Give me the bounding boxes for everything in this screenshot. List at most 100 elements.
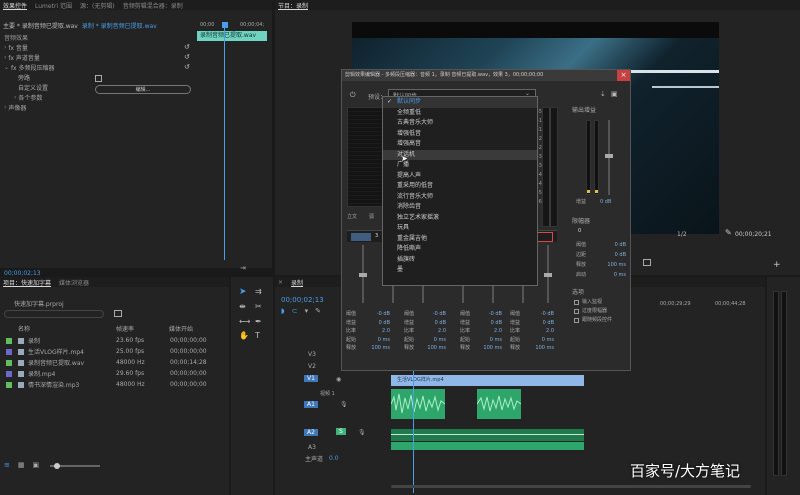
gain-value[interactable]: 0 dB [600, 199, 611, 205]
param-value[interactable]: 0 dB [420, 319, 446, 328]
limiter-param-value[interactable]: 100 ms [607, 260, 626, 270]
tab-media-browser[interactable]: 媒体浏览器 [59, 278, 89, 287]
track-a1-label[interactable]: A1 [304, 401, 318, 408]
edit-button[interactable]: 编辑... [95, 85, 191, 94]
master-track[interactable]: 主声道 0.0 [305, 454, 339, 463]
reset-icon[interactable]: ↺ [184, 52, 194, 62]
tab-source[interactable]: 源：(无剪辑) [80, 1, 115, 10]
param-panner[interactable]: › 声像器 [4, 102, 194, 112]
param-value[interactable]: -0 dB [476, 310, 502, 319]
tab-program[interactable]: 节目：录制 [278, 1, 308, 10]
add-marker-icon[interactable]: ▾ [305, 307, 309, 315]
slip-tool-icon[interactable]: ⟷ [239, 317, 250, 326]
preset-option[interactable]: 增强高音 [383, 139, 537, 150]
tab-project[interactable]: 项目：快速加字幕 [3, 278, 51, 287]
list-item[interactable]: 录制音频已提取.wav 48000 Hz 00;00;14;28 [6, 357, 226, 368]
audio-clip-a2[interactable] [391, 429, 584, 441]
checkbox[interactable] [574, 318, 579, 323]
export-frame-icon[interactable] [643, 259, 651, 266]
param-value[interactable]: 0 ms [476, 336, 502, 345]
timeline-close-icon[interactable]: × [278, 279, 283, 286]
track-select-tool-icon[interactable]: ⇉ [255, 287, 262, 296]
pen-tool-icon[interactable]: ✒ [255, 317, 262, 326]
option-link-band[interactable]: 跟随频段控件 [574, 316, 630, 325]
video-clip[interactable]: 生活VLOG样片.mp4 [391, 375, 584, 386]
track-header-v1[interactable]: V1 ◉ [300, 374, 388, 388]
preset-option[interactable]: 消除齿音 [383, 202, 537, 213]
ripple-edit-tool-icon[interactable]: ⇼ [239, 302, 246, 311]
param-multiband-compressor[interactable]: ⌄ fx 多频段压缩器 [4, 62, 194, 72]
param-value[interactable]: 0 ms [528, 336, 554, 345]
list-item[interactable]: 情书深情渲染.mp3 48000 Hz 00;00;00;00 [6, 379, 226, 390]
col-start[interactable]: 媒体开始 [169, 324, 218, 333]
param-value[interactable]: 2.0 [364, 327, 390, 336]
band-1-selector[interactable] [351, 233, 371, 241]
wrench-icon[interactable]: ✎ [725, 228, 732, 237]
razor-tool-icon[interactable]: ✂ [255, 302, 262, 311]
icon-view-icon[interactable]: ▦ [18, 461, 25, 469]
preset-option[interactable]: 流行音乐大师 [383, 192, 537, 203]
preset-option[interactable]: 重采用的低音 [383, 181, 537, 192]
tab-lumetri-scopes[interactable]: Lumetri 范围 [35, 1, 72, 10]
list-view-icon[interactable]: ≡ [4, 461, 10, 469]
band-4-selector[interactable] [537, 232, 553, 242]
sequence-clip-label[interactable]: 录制 * 录制音频已提取.wav [82, 21, 157, 30]
tab-audio-clip-mixer[interactable]: 音频剪辑混合器：录制 [123, 1, 183, 10]
audio-clip-a1-2[interactable] [477, 389, 521, 419]
tab-sequence[interactable]: 录制 [291, 278, 303, 287]
timeline-timecode[interactable]: 00;00;02;13 [281, 296, 324, 304]
reset-icon[interactable]: ↺ [184, 62, 194, 72]
audio-clip-a3[interactable] [391, 442, 584, 450]
delete-preset-icon[interactable]: ▣ [611, 90, 618, 98]
dialog-close-button[interactable]: × [617, 70, 630, 81]
track-a2-label[interactable]: A2 [304, 429, 318, 436]
option-input-monitor[interactable]: 输入监视 [574, 298, 630, 307]
master-clip-label[interactable]: 主要 * 录制音频已提取.wav [3, 21, 78, 30]
preset-option[interactable]: 提高人声 [383, 171, 537, 182]
program-add-button[interactable]: + [773, 260, 781, 270]
preset-option[interactable]: 降低嘶声 [383, 244, 537, 255]
selection-tool-icon[interactable]: ➤ [239, 287, 247, 297]
checkbox[interactable] [574, 309, 579, 314]
param-value[interactable]: 0 dB [364, 319, 390, 328]
limiter-param-value[interactable]: 0 ms [614, 270, 626, 280]
param-value[interactable]: 0 ms [420, 336, 446, 345]
preset-option[interactable]: 全频重低 [383, 108, 537, 119]
wrench-icon[interactable]: ✎ [315, 307, 321, 315]
ec-playhead-marker[interactable] [222, 22, 228, 28]
save-preset-icon[interactable]: ⇣ [600, 90, 606, 98]
preset-option[interactable]: 玩具 [383, 223, 537, 234]
preset-option[interactable]: ✓ 默认同步 [383, 97, 537, 108]
bypass-checkbox[interactable] [95, 75, 102, 82]
limiter-value[interactable]: 0 [578, 228, 581, 234]
band-fader-knob[interactable] [544, 273, 552, 277]
track-header-a1[interactable]: A1 🎙 [300, 393, 388, 419]
preset-option[interactable]: 重金属吉他 [383, 234, 537, 245]
ec-clip-bar[interactable]: 录制音频已提取.wav [197, 31, 267, 41]
list-item[interactable]: 录制 23.60 fps 00;00;00;00 [6, 335, 226, 346]
freeform-view-icon[interactable]: ▣ [33, 461, 40, 469]
list-item[interactable]: 录制.mp4 29.60 fps 00;00;00;00 [6, 368, 226, 379]
output-gain-fader[interactable] [605, 120, 613, 195]
new-bin-icon[interactable] [114, 310, 122, 317]
track-header-a2[interactable]: A2 S 🎙 [300, 425, 388, 443]
preset-option[interactable]: 独立艺术家摇滚 [383, 213, 537, 224]
power-icon[interactable]: ⏻ [350, 91, 356, 100]
param-value[interactable]: 100 ms [528, 344, 554, 353]
preset-option[interactable]: 墨 [383, 265, 537, 276]
track-header-a3[interactable]: A3 [300, 444, 388, 454]
param-value[interactable]: 0 dB [528, 319, 554, 328]
param-value[interactable]: -0 dB [528, 310, 554, 319]
param-value[interactable]: 100 ms [420, 344, 446, 353]
col-name[interactable]: 名称 [18, 324, 116, 333]
preset-option[interactable]: 古典音乐大师 [383, 118, 537, 129]
solo-button[interactable]: S [336, 428, 346, 435]
hand-tool-icon[interactable]: ✋ [239, 331, 249, 340]
band-fader-knob[interactable] [359, 273, 367, 277]
mic-icon[interactable]: 🎙 [358, 429, 366, 436]
timeline-scrollbar[interactable] [391, 485, 751, 488]
master-value[interactable]: 0.0 [329, 455, 339, 462]
linked-selection-icon[interactable]: ⊂ [292, 307, 298, 315]
param-value[interactable]: 0 dB [476, 319, 502, 328]
param-value[interactable]: -0 dB [364, 310, 390, 319]
